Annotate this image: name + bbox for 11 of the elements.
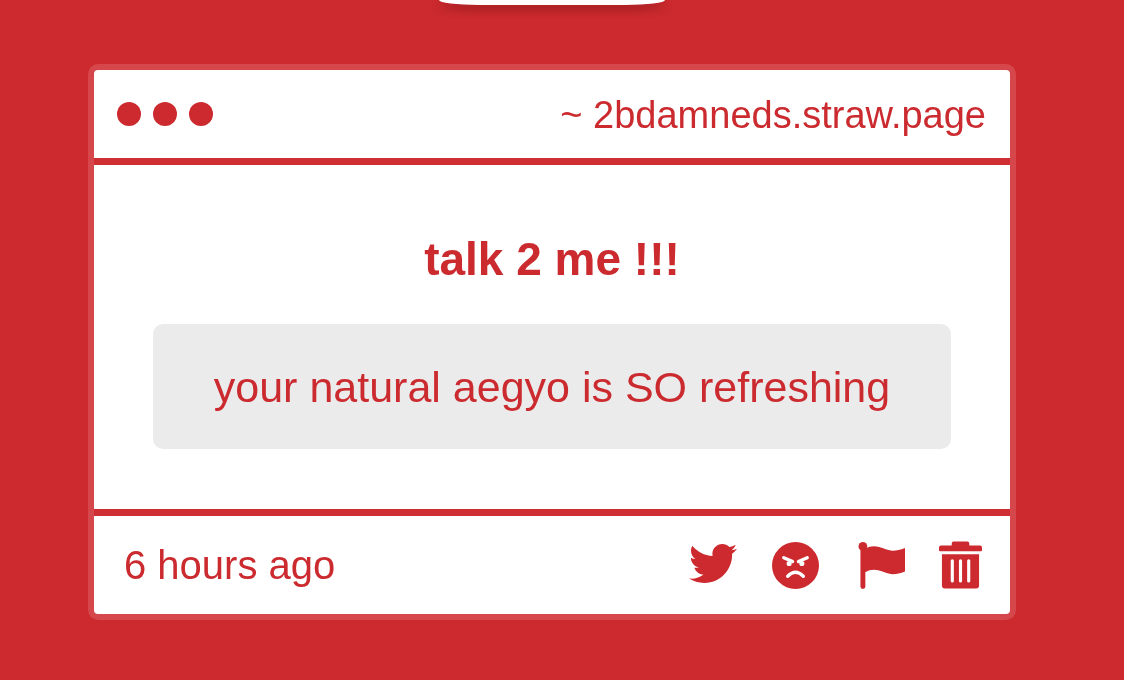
angry-face-icon[interactable] (772, 541, 819, 589)
question-title: talk 2 me !!! (424, 232, 680, 286)
dot-icon (117, 102, 141, 126)
timestamp: 6 hours ago (124, 542, 336, 588)
page-address: ~ 2bdamneds.straw.page (560, 93, 986, 137)
bird-icon[interactable] (689, 543, 737, 583)
trash-icon[interactable] (939, 541, 982, 589)
message-text: your natural aegyo is SO refreshing (213, 361, 891, 412)
dot-icon (153, 102, 177, 126)
flag-icon[interactable] (858, 541, 905, 589)
dot-icon (189, 102, 213, 126)
